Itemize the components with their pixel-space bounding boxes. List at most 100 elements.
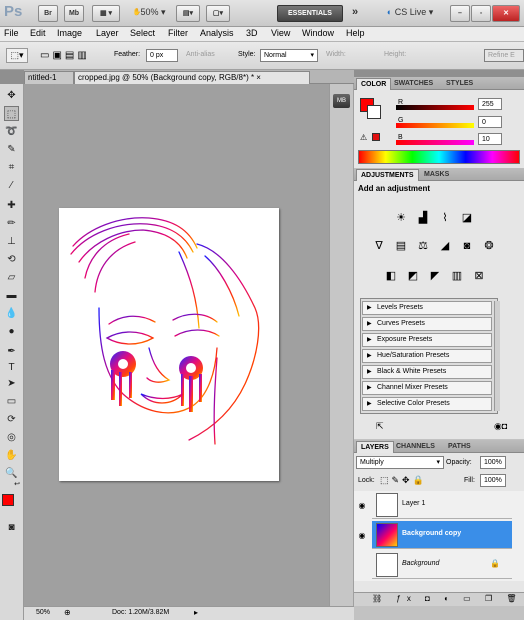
move-tool-icon[interactable]: ✥ bbox=[4, 88, 19, 103]
gamut-color-swatch[interactable] bbox=[372, 133, 380, 141]
style-dropdown[interactable]: Normal ▾ bbox=[260, 49, 318, 62]
dodge-tool-icon[interactable]: ● bbox=[4, 324, 19, 339]
hue-saturation-icon[interactable]: ▤ bbox=[394, 239, 408, 253]
shape-tool-icon[interactable]: ▭ bbox=[4, 394, 19, 409]
mini-bridge-panel-icon[interactable]: MB bbox=[333, 94, 350, 108]
posterize-icon[interactable]: ◩ bbox=[406, 269, 420, 283]
menu-select[interactable]: Select bbox=[130, 28, 155, 38]
screen-mode-button[interactable]: ▢▾ bbox=[206, 5, 230, 22]
preset-levels[interactable]: ▶ Levels Presets bbox=[362, 301, 492, 315]
preset-exposure[interactable]: ▶ Exposure Presets bbox=[362, 333, 492, 347]
blur-tool-icon[interactable]: 💧 bbox=[4, 306, 19, 321]
marquee-tool-icon[interactable]: ⬚ bbox=[4, 106, 19, 121]
selective-color-icon[interactable]: ⊠ bbox=[472, 269, 486, 283]
close-tab-icon[interactable]: × bbox=[256, 73, 261, 82]
photo-filter-icon[interactable]: ◙ bbox=[460, 239, 474, 253]
lock-buttons-icons[interactable]: ⬚✎✥🔒 bbox=[380, 475, 427, 486]
vibrance-icon[interactable]: ∇ bbox=[372, 239, 386, 253]
status-menu-arrow-icon[interactable]: ▸ bbox=[194, 608, 198, 617]
black-white-icon[interactable]: ◢ bbox=[438, 239, 452, 253]
bridge-button[interactable]: Br bbox=[38, 5, 58, 22]
workspace-essentials-button[interactable]: ESSENTIALS bbox=[277, 5, 343, 22]
zoom-tool-icon[interactable]: 🔍 bbox=[4, 466, 19, 481]
layer-row-background[interactable]: Background 🔒 bbox=[372, 551, 512, 579]
path-selection-tool-icon[interactable]: ➤ bbox=[4, 376, 19, 391]
fill-input[interactable]: 100% bbox=[480, 474, 506, 487]
eyedropper-tool-icon[interactable]: ⁄ bbox=[4, 178, 19, 193]
crop-tool-icon[interactable]: ⌗ bbox=[4, 160, 19, 175]
pen-tool-icon[interactable]: ✒ bbox=[4, 344, 19, 359]
tab-masks[interactable]: MASKS bbox=[420, 169, 453, 181]
view-extras-button[interactable]: ▦ ▾ bbox=[92, 5, 120, 22]
tab-cropped[interactable]: cropped.jpg @ 50% (Background copy, RGB/… bbox=[74, 71, 310, 84]
threshold-icon[interactable]: ◤ bbox=[428, 269, 442, 283]
menu-help[interactable]: Help bbox=[346, 28, 365, 38]
healing-brush-tool-icon[interactable]: ✚ bbox=[4, 198, 19, 213]
levels-icon[interactable]: ▟ bbox=[416, 211, 430, 225]
swap-colors-icon[interactable]: ↩ bbox=[12, 480, 22, 490]
menu-layer[interactable]: Layer bbox=[96, 28, 119, 38]
tab-channels[interactable]: CHANNELS bbox=[392, 441, 439, 453]
b-slider[interactable] bbox=[396, 140, 474, 145]
clone-stamp-tool-icon[interactable]: ⊥ bbox=[4, 234, 19, 249]
selection-mode-buttons[interactable]: ▭▣▤▥ bbox=[40, 49, 102, 62]
menu-3d[interactable]: 3D bbox=[246, 28, 258, 38]
status-zoom[interactable]: 50% bbox=[36, 609, 50, 616]
document-canvas[interactable] bbox=[59, 208, 279, 481]
eye-icon[interactable]: ◉ bbox=[356, 531, 368, 543]
menu-edit[interactable]: Edit bbox=[30, 28, 46, 38]
arrange-documents-button[interactable]: ▤▾ bbox=[176, 5, 200, 22]
restore-button[interactable]: ▫ bbox=[471, 5, 491, 22]
g-slider[interactable] bbox=[396, 123, 474, 128]
hand-tool-icon[interactable]: ✋ bbox=[4, 448, 19, 463]
blend-mode-dropdown[interactable]: Multiply ▾ bbox=[356, 456, 444, 469]
lasso-tool-icon[interactable]: ➰ bbox=[4, 124, 19, 139]
3d-orbit-tool-icon[interactable]: ◎ bbox=[4, 430, 19, 445]
channel-mixer-icon[interactable]: ❂ bbox=[482, 239, 496, 253]
b-input[interactable]: 10 bbox=[478, 133, 502, 145]
warning-icon[interactable]: ⚠ bbox=[360, 133, 367, 142]
curves-icon[interactable]: ⌇ bbox=[438, 211, 452, 225]
gradient-map-icon[interactable]: ▥ bbox=[450, 269, 464, 283]
r-slider[interactable] bbox=[396, 105, 474, 110]
history-brush-tool-icon[interactable]: ⟲ bbox=[4, 252, 19, 267]
clip-to-layer-icon[interactable]: ◉◘ bbox=[494, 421, 507, 432]
color-spectrum-ramp[interactable] bbox=[358, 150, 520, 164]
menu-filter[interactable]: Filter bbox=[168, 28, 188, 38]
return-to-list-icon[interactable]: ⇱ bbox=[376, 421, 384, 432]
eraser-tool-icon[interactable]: ▱ bbox=[4, 270, 19, 285]
tool-preset-picker[interactable]: ⬚▾ bbox=[6, 48, 28, 63]
menu-file[interactable]: File bbox=[4, 28, 19, 38]
more-workspaces-button[interactable]: » bbox=[346, 5, 364, 22]
layer-row-layer-1[interactable]: Layer 1 bbox=[372, 491, 512, 519]
tab-untitled[interactable]: ntitled-1 bbox=[24, 71, 74, 84]
tab-styles[interactable]: STYLES bbox=[442, 78, 477, 90]
status-info-icon[interactable]: ⊕ bbox=[64, 608, 71, 617]
preset-selective-color[interactable]: ▶ Selective Color Presets bbox=[362, 397, 492, 411]
tab-paths[interactable]: PATHS bbox=[444, 441, 475, 453]
layer-row-background-copy[interactable]: Background copy bbox=[372, 521, 512, 549]
preset-black-white[interactable]: ▶ Black & White Presets bbox=[362, 365, 492, 379]
refine-edge-button[interactable]: Refine E bbox=[484, 49, 524, 62]
close-window-button[interactable]: ✕ bbox=[492, 5, 520, 22]
tab-adjustments[interactable]: ADJUSTMENTS bbox=[356, 169, 419, 181]
tab-color[interactable]: COLOR bbox=[356, 78, 392, 90]
brightness-contrast-icon[interactable]: ☀ bbox=[394, 211, 408, 225]
foreground-color-swatch[interactable] bbox=[2, 494, 14, 506]
brush-tool-icon[interactable]: ✏ bbox=[4, 216, 19, 231]
antialias-checkbox[interactable]: Anti-alias bbox=[186, 51, 215, 58]
color-balance-icon[interactable]: ⚖ bbox=[416, 239, 430, 253]
gradient-tool-icon[interactable]: ▬ bbox=[4, 288, 19, 303]
minibridge-button[interactable]: Mb bbox=[64, 5, 84, 22]
r-input[interactable]: 255 bbox=[478, 98, 502, 110]
cs-live-button[interactable]: ◐ CS Live ▾ bbox=[380, 5, 440, 22]
preset-hue-saturation[interactable]: ▶ Hue/Saturation Presets bbox=[362, 349, 492, 363]
g-input[interactable]: 0 bbox=[478, 116, 502, 128]
exposure-icon[interactable]: ◪ bbox=[460, 211, 474, 225]
presets-scrollbar[interactable] bbox=[494, 301, 500, 411]
layer-action-icons[interactable]: ⛓ ƒx ◘ ◐ ▭ ❐ 🗑 bbox=[372, 594, 523, 603]
eye-icon[interactable]: ◉ bbox=[356, 501, 368, 513]
type-tool-icon[interactable]: T bbox=[4, 360, 19, 375]
menu-image[interactable]: Image bbox=[57, 28, 82, 38]
preset-channel-mixer[interactable]: ▶ Channel Mixer Presets bbox=[362, 381, 492, 395]
